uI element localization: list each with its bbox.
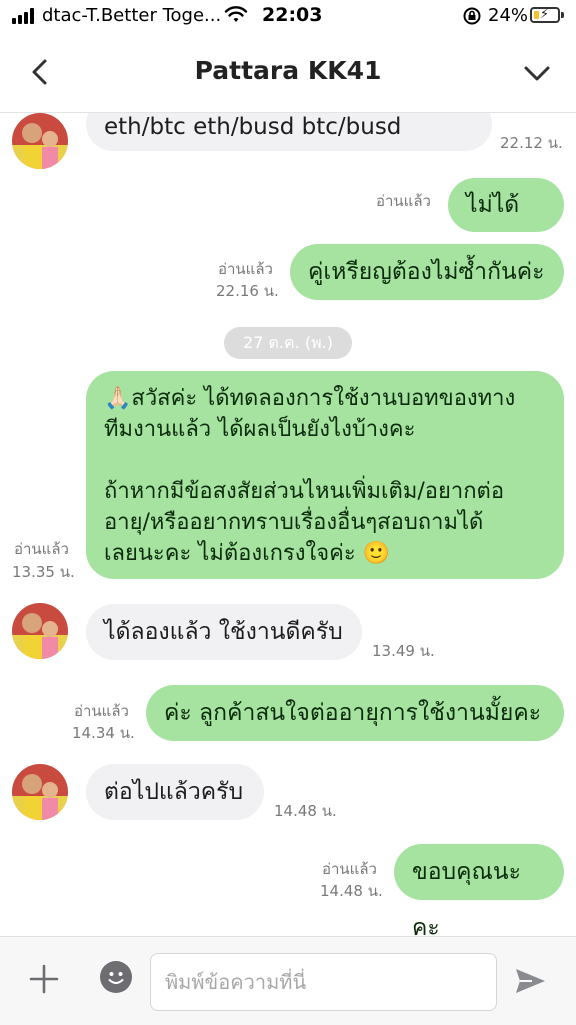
message-bubble-incoming: ต่อไปแล้วครับ <box>86 764 264 820</box>
message-time: 13.49 น. <box>372 642 435 660</box>
wifi-icon <box>224 6 248 22</box>
read-receipt: อ่านแล้ว <box>14 540 69 558</box>
battery-icon: ⚡ <box>530 7 560 23</box>
message-time: 22.16 น. <box>216 282 279 300</box>
emoji-icon[interactable] <box>100 961 132 993</box>
avatar[interactable] <box>12 764 68 820</box>
message-line: ถ้าหากมีข้อสงสัยส่วนไหนเพิ่มเติม/อยากต่อ <box>104 479 505 504</box>
avatar[interactable] <box>12 113 68 169</box>
chat-header: Pattara KK41 <box>0 34 576 113</box>
status-bar: dtac-T.Better Toge... 22:03 24% ⚡ <box>0 0 576 34</box>
send-icon[interactable] <box>512 963 548 999</box>
message-line: เลยนะคะ ไม่ต้องเกรงใจค่ะ 🙂 <box>104 541 391 566</box>
message-text: คู่เหรียญต้องไม่ซ้ำกันค่ะ <box>308 259 545 285</box>
battery-percent: 24% <box>488 5 529 26</box>
message-bubble-outgoing: ไม่ได้ค่ะ <box>448 178 564 272</box>
read-receipt: อ่านแล้ว <box>322 860 377 878</box>
message-bubble-incoming: eth/btc eth/busd btc/busd <box>86 113 492 151</box>
message-time: 14.48 น. <box>274 802 337 820</box>
message-line: ทีมงานแล้ว ได้ผลเป็นยังไงบ้างคะ <box>104 417 416 442</box>
message-bubble-outgoing: คู่เหรียญต้องไม่ซ้ำกันค่ะ <box>290 244 564 300</box>
message-bubble-incoming: ได้ลองแล้ว ใช้งานดีครับ <box>86 604 362 660</box>
message-text: ได้ลองแล้ว ใช้งานดีครับ <box>104 619 343 645</box>
message-text: ต่อไปแล้วครับ <box>104 779 244 805</box>
avatar[interactable] <box>12 603 68 659</box>
message-bubble-outgoing: 🙏🏻สวัสค่ะ ได้ทดลองการใช้งานบอทของทาง ทีม… <box>86 371 564 579</box>
message-time: 14.48 น. <box>320 882 383 900</box>
read-receipt: อ่านแล้ว <box>376 192 431 210</box>
chat-title: Pattara KK41 <box>194 56 382 85</box>
message-line: 🙏🏻สวัสค่ะ ได้ทดลองการใช้งานบอทของทาง <box>104 386 516 411</box>
signal-strength-icon <box>12 8 36 24</box>
message-text: ขอบคุณนะคะ <box>412 859 521 936</box>
chat-area[interactable]: eth/btc eth/busd btc/busd 22.12 น. อ่านแ… <box>0 113 576 936</box>
message-input[interactable] <box>150 953 497 1011</box>
carrier-name: dtac-T.Better Toge... <box>42 5 222 26</box>
date-separator: 27 ต.ค. (พ.) <box>224 327 352 359</box>
plus-icon[interactable] <box>26 961 62 997</box>
message-line <box>104 445 546 476</box>
message-input-bar <box>0 936 576 1025</box>
message-bubble-outgoing: ขอบคุณนะคะ <box>394 844 564 936</box>
clock: 22:03 <box>262 4 323 26</box>
message-time: 22.12 น. <box>500 134 563 152</box>
message-time: 14.34 น. <box>72 724 135 742</box>
rotation-lock-icon <box>463 7 481 25</box>
read-receipt: อ่านแล้ว <box>218 260 273 278</box>
message-bubble-outgoing: ค่ะ ลูกค้าสนใจต่ออายุการใช้งานมั้ยคะ <box>146 685 564 741</box>
read-receipt: อ่านแล้ว <box>74 702 129 720</box>
message-time: 13.35 น. <box>12 563 75 581</box>
message-line: อายุ/หรืออยากทราบเรื่องอื่นๆสอบถามได้ <box>104 510 484 535</box>
battery-tip <box>561 12 564 18</box>
message-text: ค่ะ ลูกค้าสนใจต่ออายุการใช้งานมั้ยคะ <box>164 700 542 726</box>
chevron-down-icon[interactable] <box>520 56 554 90</box>
message-text: eth/btc eth/busd btc/busd <box>104 114 402 140</box>
